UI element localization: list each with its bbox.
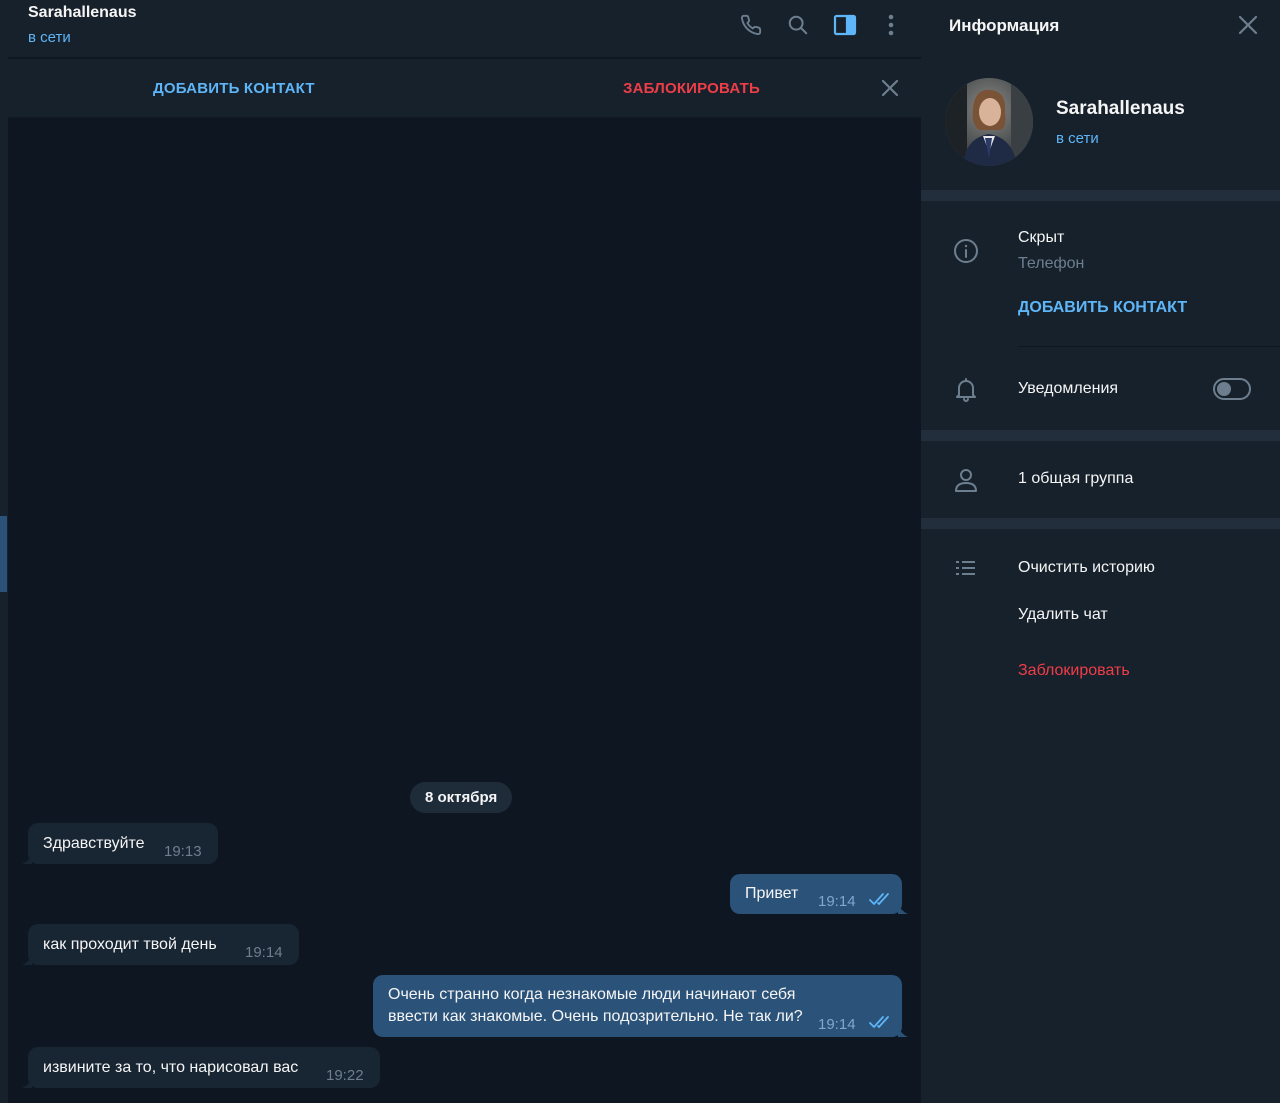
clear-history-button[interactable]: Очистить историю: [1018, 559, 1155, 577]
message-incoming[interactable]: Здравствуйте 19:13: [22, 823, 218, 864]
add-contact-button[interactable]: ДОБАВИТЬ КОНТАКТ: [153, 80, 315, 97]
close-icon[interactable]: [1236, 13, 1260, 37]
notifications-toggle[interactable]: [1213, 378, 1251, 400]
message-outgoing[interactable]: Привет 19:14: [730, 874, 908, 914]
info-icon: [953, 238, 979, 264]
chat-title[interactable]: Sarahallenaus: [28, 4, 137, 22]
add-contact-link[interactable]: ДОБАВИТЬ КОНТАКТ: [1018, 299, 1187, 317]
block-user-button[interactable]: ЗАБЛОКИРОВАТЬ: [623, 80, 760, 97]
message-text: Очень странно когда незнакомые люди начи…: [388, 986, 803, 1025]
block-user-link[interactable]: Заблокировать: [1018, 662, 1130, 680]
phone-value: Скрыт: [1018, 229, 1065, 246]
message-time: 19:14: [818, 1016, 856, 1033]
avatar[interactable]: [945, 78, 1033, 166]
phone-icon[interactable]: [738, 12, 764, 38]
date-separator: 8 октября: [410, 782, 513, 813]
section-divider: [921, 430, 1280, 441]
double-check-icon: [869, 1016, 889, 1029]
chat-header: Sarahallenaus в сети: [8, 0, 921, 58]
notifications-label: Уведомления: [1018, 380, 1119, 397]
common-groups-link[interactable]: 1 общая группа: [1018, 470, 1133, 488]
delete-chat-button[interactable]: Удалить чат: [1018, 606, 1108, 624]
bubble-tail: [22, 854, 32, 864]
message-text: как проходит твой день: [43, 936, 217, 953]
more-vertical-icon[interactable]: [878, 12, 904, 38]
sidebar-toggle-icon[interactable]: [832, 12, 858, 38]
user-icon: [953, 467, 979, 493]
message-text: Привет: [745, 885, 799, 902]
bubble-tail: [898, 1027, 908, 1037]
list-icon: [953, 556, 979, 582]
section-divider: [921, 190, 1280, 201]
message-time: 19:22: [326, 1067, 364, 1084]
close-icon[interactable]: [878, 76, 902, 100]
message-time: 19:13: [164, 843, 202, 860]
bell-icon: [953, 377, 979, 403]
bubble-tail: [22, 955, 32, 965]
message-outgoing[interactable]: Очень странно когда незнакомые люди начи…: [373, 975, 908, 1037]
phone-label: Телефон: [1018, 255, 1085, 272]
double-check-icon: [869, 893, 889, 906]
message-list[interactable]: 8 октября Здравствуйте 19:13 Привет 19:1…: [8, 118, 921, 1103]
contact-action-bar: ДОБАВИТЬ КОНТАКТ ЗАБЛОКИРОВАТЬ: [8, 59, 921, 118]
message-time: 19:14: [818, 893, 856, 910]
message-text: Здравствуйте: [43, 835, 145, 852]
chat-status: в сети: [28, 29, 71, 46]
message-incoming[interactable]: извините за то, что нарисовал вас 19:22: [22, 1047, 380, 1088]
message-time: 19:14: [245, 944, 283, 961]
active-chat-indicator: [0, 516, 7, 592]
message-incoming[interactable]: как проходит твой день 19:14: [22, 924, 299, 965]
info-panel: Информация Sarahallenaus в сети Скрыт Те…: [921, 0, 1280, 1103]
bubble-tail: [898, 904, 908, 914]
toggle-knob: [1217, 382, 1231, 396]
profile-status: в сети: [1056, 130, 1099, 147]
bubble-tail: [22, 1078, 32, 1088]
divider: [1018, 346, 1280, 347]
info-panel-title: Информация: [949, 16, 1060, 35]
section-divider: [921, 518, 1280, 529]
search-icon[interactable]: [785, 12, 811, 38]
message-text: извините за то, что нарисовал вас: [43, 1059, 299, 1076]
profile-name: Sarahallenaus: [1056, 98, 1185, 119]
